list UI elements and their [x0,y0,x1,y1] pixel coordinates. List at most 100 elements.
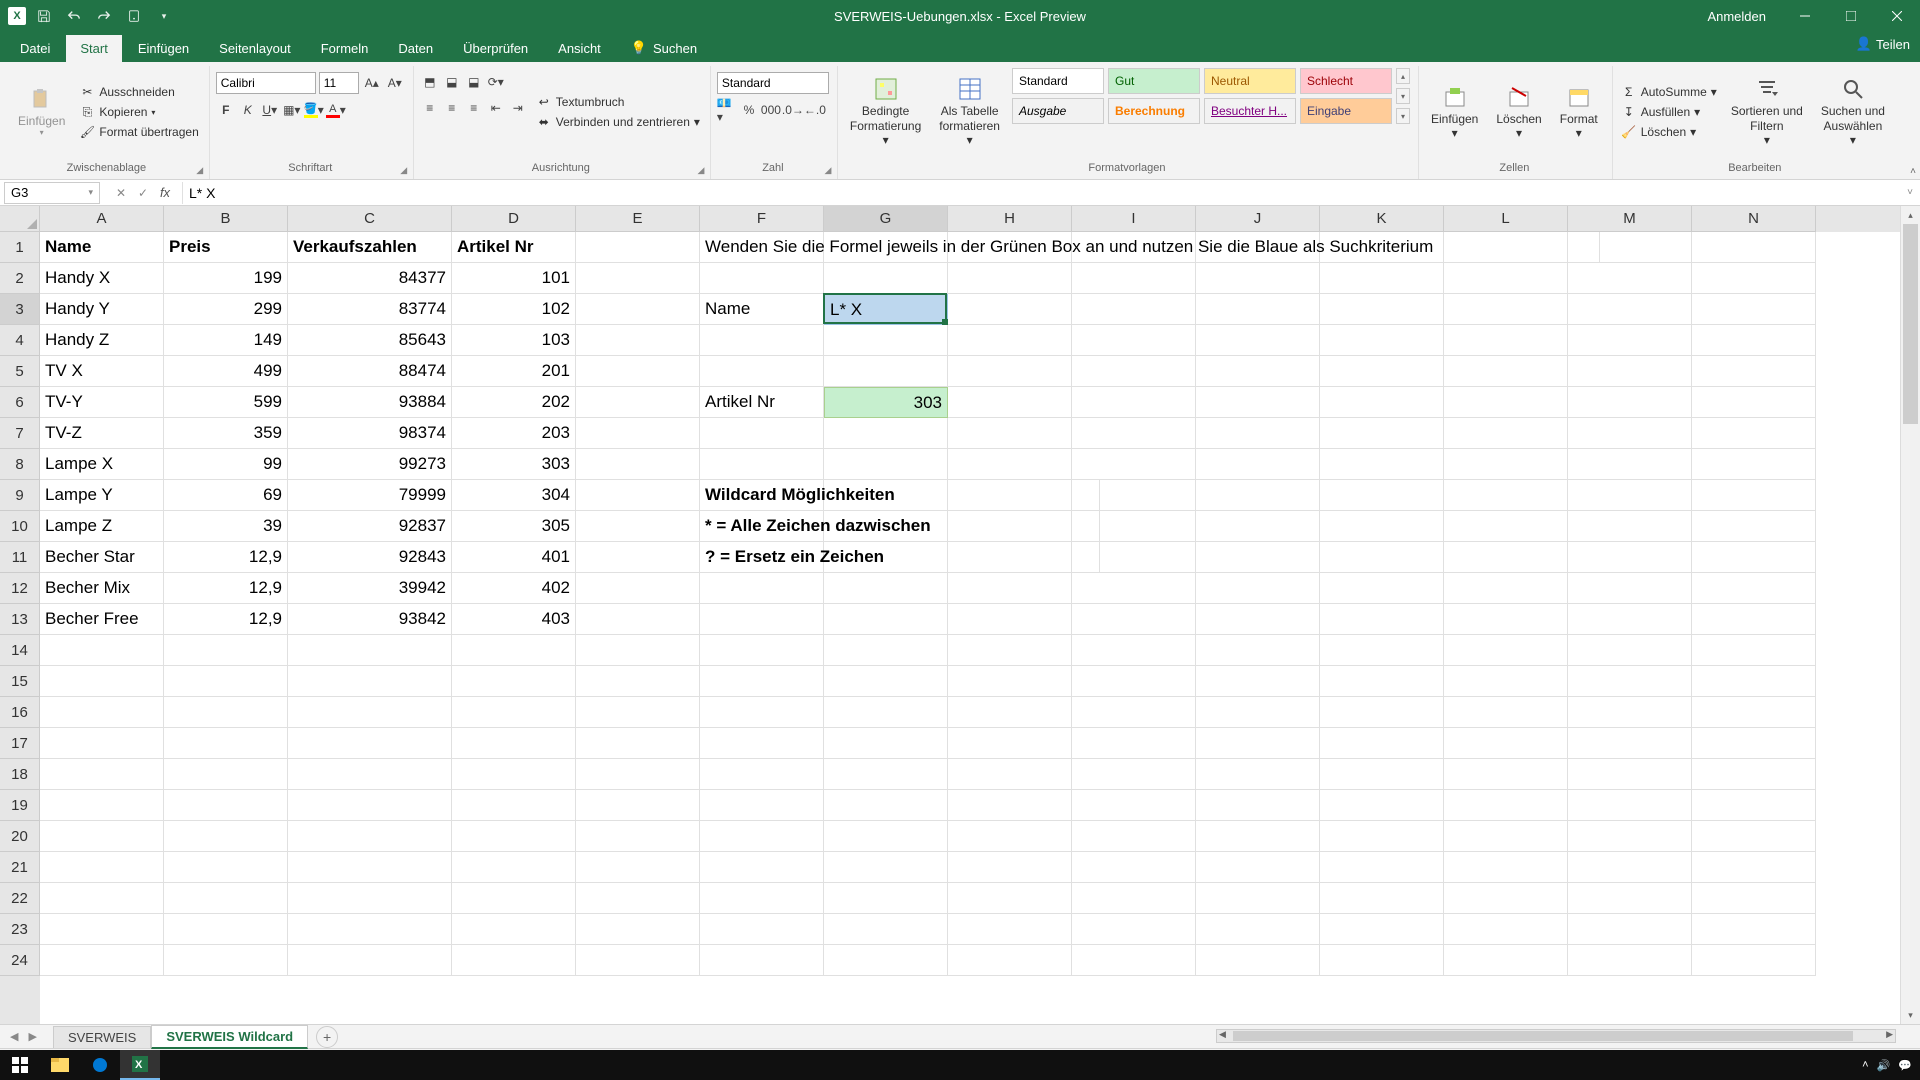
scroll-down-icon[interactable]: ▾ [1901,1006,1920,1024]
volume-icon[interactable]: 🔊 [1877,1059,1891,1072]
row-header[interactable]: 24 [0,945,40,976]
maximize-button[interactable] [1828,0,1874,32]
minimize-button[interactable] [1782,0,1828,32]
cell[interactable] [1072,945,1196,976]
cell[interactable] [1692,821,1816,852]
cell[interactable] [1568,883,1692,914]
cell[interactable] [824,666,948,697]
cell[interactable] [824,356,948,387]
cell[interactable] [1072,697,1196,728]
cell[interactable] [1072,263,1196,294]
cell[interactable] [1320,852,1444,883]
cell[interactable] [700,759,824,790]
cell[interactable] [1196,852,1320,883]
cell[interactable] [1196,666,1320,697]
file-explorer-icon[interactable] [40,1050,80,1080]
cell[interactable] [1072,356,1196,387]
cell[interactable] [700,790,824,821]
column-header[interactable]: M [1568,206,1692,232]
style-ausgabe[interactable]: Ausgabe [1012,98,1104,124]
cell[interactable] [1072,790,1196,821]
edge-icon[interactable] [80,1050,120,1080]
column-header[interactable]: H [948,206,1072,232]
cell[interactable] [40,945,164,976]
cell[interactable]: 88474 [288,356,452,387]
cell[interactable] [576,356,700,387]
merge-button[interactable]: ⬌Verbinden und zentrieren ▾ [534,112,702,132]
tab-ansicht[interactable]: Ansicht [544,35,615,62]
cell[interactable] [1444,418,1568,449]
cell[interactable] [576,666,700,697]
notification-icon[interactable]: 💬 [1898,1059,1912,1072]
row-header[interactable]: 23 [0,914,40,945]
cell[interactable] [824,945,948,976]
cell[interactable]: TV X [40,356,164,387]
cell[interactable] [576,542,700,573]
cell[interactable] [824,635,948,666]
fill-color-button[interactable]: 🪣▾ [304,100,324,120]
cell[interactable] [948,635,1072,666]
column-header[interactable]: C [288,206,452,232]
format-as-table-button[interactable]: Als Tabelle formatieren▾ [933,68,1006,156]
cell[interactable] [948,759,1072,790]
cell[interactable] [452,666,576,697]
cell[interactable] [1320,914,1444,945]
number-format-select[interactable] [717,72,829,94]
horizontal-scrollbar[interactable]: ◀ ▶ [1216,1029,1896,1043]
cell[interactable] [824,604,948,635]
cell[interactable] [164,821,288,852]
delete-cells-button[interactable]: Löschen▾ [1490,68,1547,156]
cell[interactable] [1568,697,1692,728]
cell[interactable] [824,418,948,449]
cell[interactable] [1444,387,1568,418]
cell[interactable] [40,914,164,945]
row-header[interactable]: 12 [0,573,40,604]
format-cells-button[interactable]: Format▾ [1554,68,1604,156]
row-header[interactable]: 18 [0,759,40,790]
excel-taskbar-icon[interactable]: X [120,1050,160,1080]
row-header[interactable]: 15 [0,666,40,697]
cell[interactable] [1444,852,1568,883]
tab-einfugen[interactable]: Einfügen [124,35,203,62]
cell[interactable] [576,635,700,666]
cell[interactable] [1320,728,1444,759]
vertical-scrollbar[interactable]: ▴ ▾ [1900,206,1920,1024]
cell[interactable] [1444,883,1568,914]
row-header[interactable]: 17 [0,728,40,759]
cell[interactable]: 299 [164,294,288,325]
cell[interactable] [288,635,452,666]
cell[interactable] [1568,573,1692,604]
cell[interactable] [1196,759,1320,790]
cell[interactable] [1568,945,1692,976]
cell[interactable] [1568,356,1692,387]
cell[interactable] [1072,325,1196,356]
row-header[interactable]: 14 [0,635,40,666]
cell[interactable]: 203 [452,418,576,449]
cell[interactable] [576,883,700,914]
cell[interactable] [1692,759,1816,790]
cell[interactable] [1444,635,1568,666]
cell[interactable] [1692,728,1816,759]
cell[interactable] [1196,263,1320,294]
row-header[interactable]: 21 [0,852,40,883]
cell[interactable] [1444,356,1568,387]
cell[interactable]: Lampe X [40,449,164,480]
cell[interactable]: TV-Z [40,418,164,449]
cell[interactable] [1320,356,1444,387]
cell[interactable] [1692,604,1816,635]
cell[interactable]: Handy Y [40,294,164,325]
cell[interactable] [700,263,824,294]
sheet-nav-prev-icon[interactable]: ◀ [10,1030,18,1043]
cell[interactable] [1568,666,1692,697]
cell[interactable] [824,821,948,852]
cell[interactable] [948,604,1072,635]
indent-increase-icon[interactable]: ⇥ [508,98,528,118]
cell[interactable] [576,263,700,294]
find-select-button[interactable]: Suchen und Auswählen▾ [1815,68,1891,156]
cell[interactable] [948,387,1072,418]
cell[interactable] [948,852,1072,883]
row-header[interactable]: 20 [0,821,40,852]
cell[interactable] [1320,542,1444,573]
cell[interactable]: Artikel Nr [700,387,824,418]
redo-icon[interactable] [92,4,116,28]
